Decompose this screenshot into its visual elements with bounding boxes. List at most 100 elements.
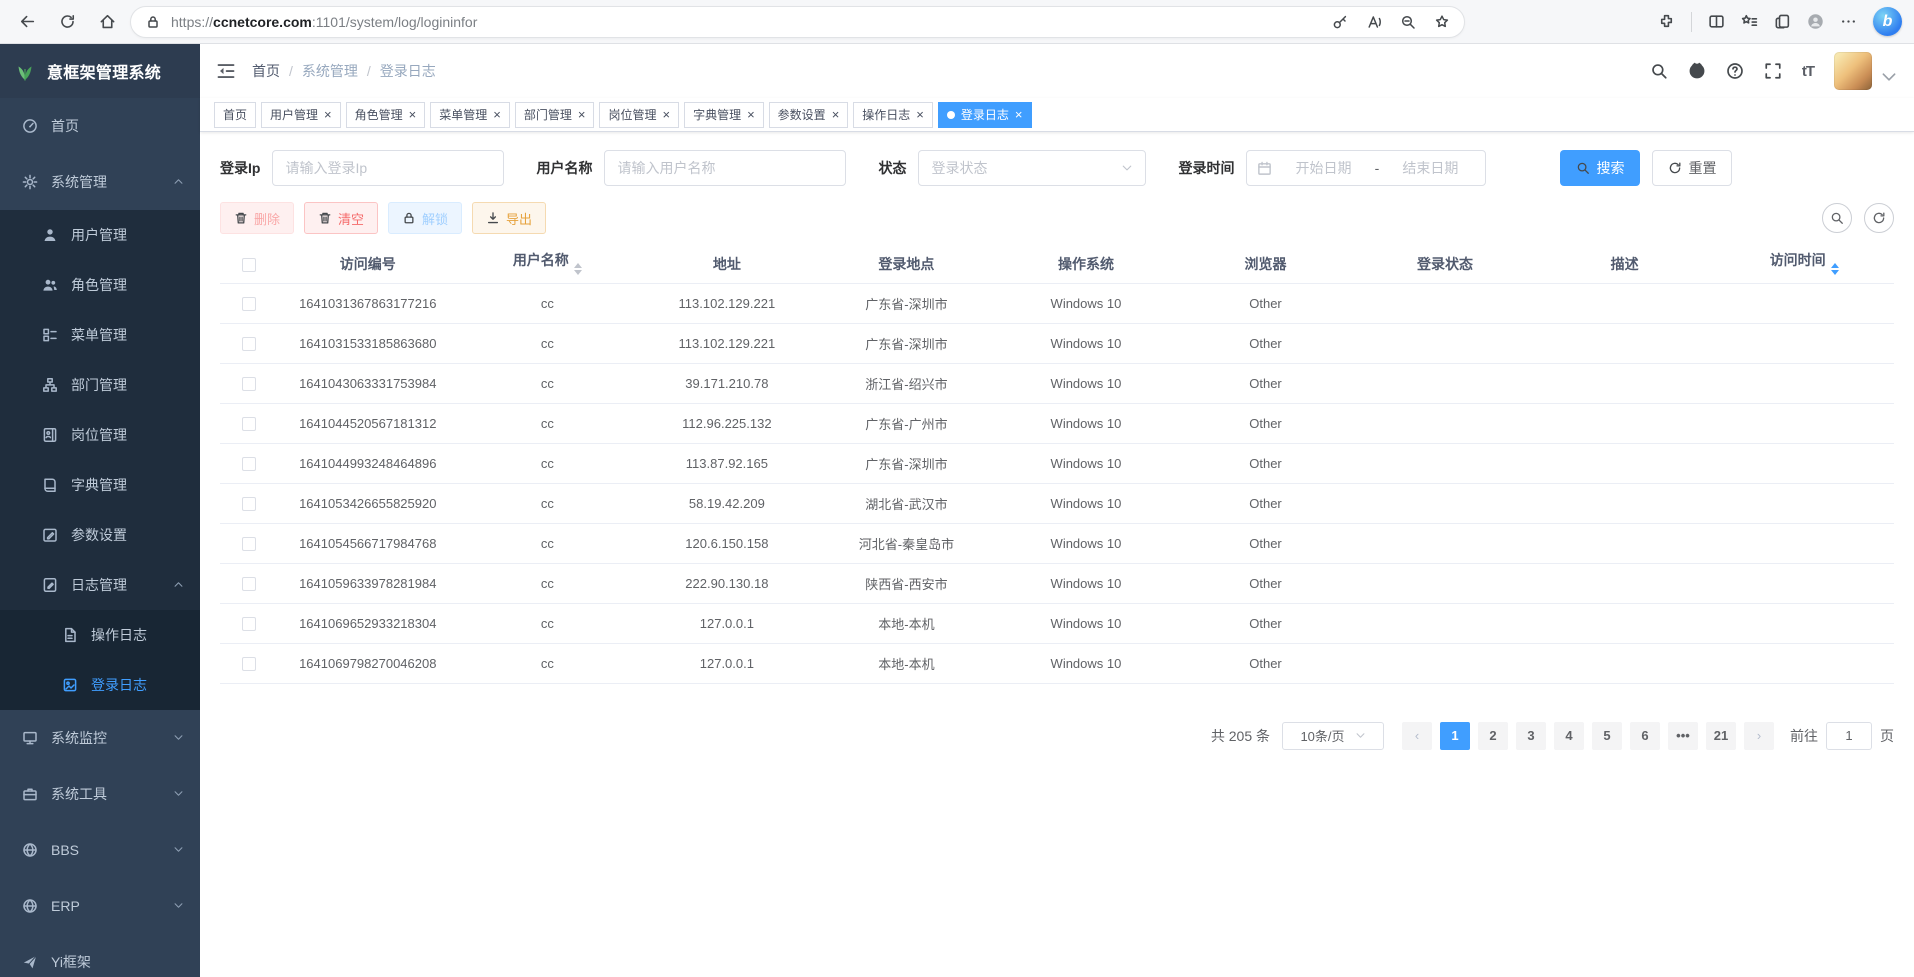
tab-close-icon[interactable]: × [832,108,840,121]
sort-icon[interactable] [1831,259,1839,279]
tab-menu[interactable]: 菜单管理× [430,102,510,128]
column-header[interactable]: 用户名称 [458,246,638,283]
page-size-select[interactable]: 10条/页 [1282,722,1384,750]
status-select[interactable]: 登录状态 [918,150,1146,186]
tab-close-icon[interactable]: × [916,108,924,121]
pagination-more[interactable]: ••• [1668,722,1698,750]
row-checkbox[interactable] [242,657,256,671]
date-range-picker[interactable]: 开始日期 - 结束日期 [1246,150,1486,186]
tab-close-icon[interactable]: × [578,108,586,121]
pagination-prev[interactable]: ‹ [1402,722,1432,750]
browser-back-icon[interactable] [12,7,42,37]
tab-close-icon[interactable]: × [324,108,332,121]
site-lock-icon[interactable] [145,14,161,30]
browser-profile-icon[interactable] [1807,13,1824,30]
read-aloud-icon[interactable] [1366,14,1382,30]
collections-icon[interactable] [1774,13,1791,30]
sidebar-item-system[interactable]: 系统管理 [0,154,200,210]
tab-loginlog[interactable]: 登录日志× [938,102,1032,128]
avatar[interactable] [1834,52,1872,90]
tab-close-icon[interactable]: × [662,108,670,121]
pagination-page-4[interactable]: 4 [1554,722,1584,750]
address-bar[interactable]: https://ccnetcore.com:1101/system/log/lo… [130,6,1465,38]
sidebar-item-menus[interactable]: 菜单管理 [0,310,200,360]
pagination-page-1[interactable]: 1 [1440,722,1470,750]
tab-role[interactable]: 角色管理× [346,102,426,128]
row-checkbox[interactable] [242,617,256,631]
sidebar-item-operlog[interactable]: 操作日志 [0,610,200,660]
pagination-page-21[interactable]: 21 [1706,722,1736,750]
delete-button[interactable]: 删除 [220,202,294,234]
pagination-next[interactable]: › [1744,722,1774,750]
fullscreen-icon[interactable] [1764,62,1782,80]
favorites-icon[interactable] [1741,13,1758,30]
select-all-checkbox[interactable] [242,258,256,272]
bing-copilot-icon[interactable]: b [1873,7,1902,36]
sidebar-item-bbs[interactable]: BBS [0,822,200,878]
pagination-page-6[interactable]: 6 [1630,722,1660,750]
refresh-table-button[interactable] [1864,203,1894,233]
unlock-button[interactable]: 解锁 [388,202,462,234]
breadcrumb-home[interactable]: 首页 [252,61,280,81]
column-header[interactable]: 访问时间 [1714,246,1894,283]
sidebar-item-params[interactable]: 参数设置 [0,510,200,560]
sidebar-item-tools[interactable]: 系统工具 [0,766,200,822]
export-button[interactable]: 导出 [472,202,546,234]
row-checkbox[interactable] [242,417,256,431]
reset-button[interactable]: 重置 [1652,150,1732,186]
tab-close-icon[interactable]: × [747,108,755,121]
tab-user[interactable]: 用户管理× [261,102,341,128]
tab-close-icon[interactable]: × [409,108,417,121]
pagination-page-3[interactable]: 3 [1516,722,1546,750]
row-checkbox[interactable] [242,377,256,391]
password-icon[interactable] [1332,14,1348,30]
sidebar-item-yi[interactable]: Yi框架 [0,934,200,977]
row-checkbox[interactable] [242,497,256,511]
row-checkbox[interactable] [242,457,256,471]
row-checkbox[interactable] [242,337,256,351]
sidebar-item-logmgmt[interactable]: 日志管理 [0,560,200,610]
sidebar-item-depts[interactable]: 部门管理 [0,360,200,410]
goto-page-input[interactable] [1826,722,1872,750]
sidebar-item-monitor[interactable]: 系统监控 [0,710,200,766]
sidebar-item-erp[interactable]: ERP [0,878,200,934]
browser-menu-icon[interactable] [1840,13,1857,30]
sidebar-item-roles[interactable]: 角色管理 [0,260,200,310]
search-button[interactable]: 搜索 [1560,150,1640,186]
row-checkbox[interactable] [242,537,256,551]
tab-close-icon[interactable]: × [1015,108,1023,121]
clear-button[interactable]: 清空 [304,202,378,234]
tab-close-icon[interactable]: × [493,108,501,121]
toggle-search-button[interactable] [1822,203,1852,233]
favorite-add-icon[interactable] [1434,14,1450,30]
font-size-icon[interactable]: tT [1802,63,1814,80]
zoom-out-icon[interactable] [1400,14,1416,30]
sidebar-item-posts[interactable]: 岗位管理 [0,410,200,460]
ip-input[interactable] [272,150,504,186]
sort-icon[interactable] [574,259,582,279]
breadcrumb-system[interactable]: 系统管理 [302,61,358,81]
help-icon[interactable] [1726,62,1744,80]
browser-home-icon[interactable] [92,7,122,37]
extensions-icon[interactable] [1658,13,1675,30]
sidebar-item-loginlog[interactable]: 登录日志 [0,660,200,710]
tab-dict[interactable]: 字典管理× [684,102,764,128]
avatar-dropdown-icon[interactable] [1880,68,1898,86]
browser-reload-icon[interactable] [52,7,82,37]
sidebar-collapse-icon[interactable] [216,61,236,81]
tab-operlog[interactable]: 操作日志× [853,102,933,128]
pagination-page-5[interactable]: 5 [1592,722,1622,750]
github-icon[interactable] [1688,62,1706,80]
username-input[interactable] [604,150,846,186]
sidebar-item-home[interactable]: 首页 [0,98,200,154]
tab-post[interactable]: 岗位管理× [599,102,679,128]
sidebar-item-dicts[interactable]: 字典管理 [0,460,200,510]
row-checkbox[interactable] [242,297,256,311]
header-search-icon[interactable] [1650,62,1668,80]
row-checkbox[interactable] [242,577,256,591]
sidebar-item-users[interactable]: 用户管理 [0,210,200,260]
tab-param[interactable]: 参数设置× [769,102,849,128]
split-screen-icon[interactable] [1708,13,1725,30]
pagination-page-2[interactable]: 2 [1478,722,1508,750]
tab-dept[interactable]: 部门管理× [515,102,595,128]
